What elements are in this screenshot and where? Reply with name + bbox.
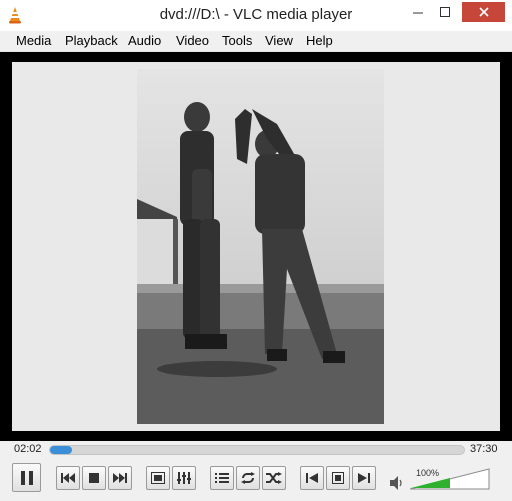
previous-chapter-icon [61, 473, 75, 483]
fullscreen-icon [151, 472, 165, 484]
stop-icon [89, 473, 99, 483]
menu-playback[interactable]: Playback [65, 33, 118, 48]
loop-icon [241, 472, 255, 484]
seek-progress [50, 446, 73, 454]
stop-button[interactable] [82, 466, 106, 490]
pause-icon [20, 470, 33, 485]
volume-level [411, 478, 450, 488]
photo-scene [137, 69, 384, 424]
control-bar [0, 460, 512, 501]
next-chapter-button[interactable] [108, 466, 132, 490]
video-output[interactable] [0, 52, 512, 441]
frame-back-button[interactable] [300, 466, 324, 490]
frame-forward-icon [358, 473, 370, 483]
total-time: 37:30 [470, 443, 498, 455]
shuffle-button[interactable] [262, 466, 286, 490]
record-icon [332, 472, 344, 484]
title-bar: dvd:///D:\ - VLC media player [0, 0, 512, 31]
minimize-icon [413, 12, 423, 14]
playlist-button[interactable] [210, 466, 234, 490]
menu-tools[interactable]: Tools [222, 33, 252, 48]
frame-forward-button[interactable] [352, 466, 376, 490]
video-frame [12, 62, 500, 431]
volume-percent: 100% [416, 468, 440, 478]
previous-chapter-button[interactable] [56, 466, 80, 490]
next-chapter-icon [113, 473, 127, 483]
menu-video[interactable]: Video [176, 33, 209, 48]
pause-button[interactable] [12, 463, 41, 492]
extended-settings-button[interactable] [172, 466, 196, 490]
maximize-button[interactable] [432, 2, 458, 22]
frame-back-icon [306, 473, 318, 483]
menu-help[interactable]: Help [306, 33, 333, 48]
seek-row: 02:02 37:30 [0, 441, 512, 458]
menu-media[interactable]: Media [16, 33, 51, 48]
maximize-icon [440, 7, 450, 17]
speaker-icon[interactable] [390, 476, 404, 490]
fullscreen-button[interactable] [146, 466, 170, 490]
playlist-icon [215, 473, 229, 483]
minimize-button[interactable] [405, 2, 431, 22]
loop-button[interactable] [236, 466, 260, 490]
record-button[interactable] [326, 466, 350, 490]
shuffle-icon [266, 472, 282, 484]
seek-slider[interactable] [49, 445, 465, 455]
elapsed-time: 02:02 [14, 443, 42, 455]
menu-bar: Media Playback Audio Video Tools View He… [0, 31, 512, 52]
menu-audio[interactable]: Audio [128, 33, 161, 48]
close-button[interactable] [462, 2, 505, 22]
extended-settings-icon [177, 472, 191, 484]
close-icon [478, 7, 489, 17]
video-still-image [137, 69, 384, 424]
menu-view[interactable]: View [265, 33, 293, 48]
